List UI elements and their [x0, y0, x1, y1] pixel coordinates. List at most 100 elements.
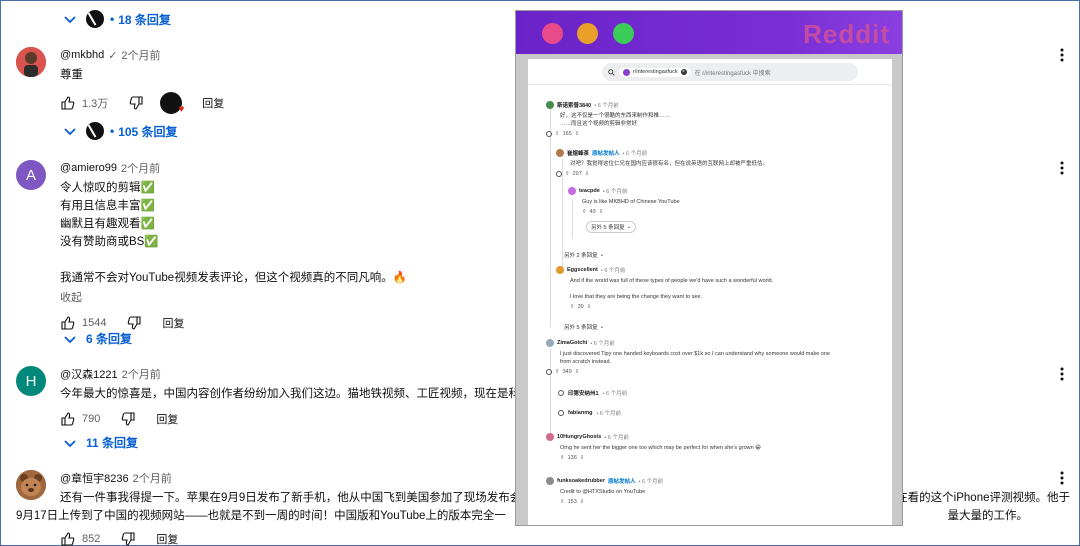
avatar[interactable] [16, 470, 46, 500]
subreddit-chip[interactable]: r/interestingasfuck × [619, 67, 691, 77]
replies-count-label: 18 条回复 [118, 12, 171, 27]
more-actions-icon[interactable] [1054, 47, 1070, 63]
more-replies-button[interactable]: 另外 5 条回复 ⌄ [586, 221, 637, 233]
avatar[interactable]: A [16, 160, 46, 190]
reddit-page: r/interestingasfuck × 在 r/interestingasf… [528, 59, 892, 525]
comment-author[interactable]: fabianmg [568, 410, 592, 416]
avatar[interactable] [546, 101, 554, 109]
maximize-window-button[interactable] [613, 23, 634, 44]
comment-time: • 6 个月前 [594, 103, 619, 109]
search-placeholder: 在 r/interestingasfuck 中搜索 [694, 70, 771, 77]
view-replies-button[interactable]: 6 条回复 [62, 330, 132, 347]
comment-time[interactable]: 2个月前 [133, 470, 172, 486]
search-input[interactable]: r/interestingasfuck × 在 r/interestingasf… [602, 63, 858, 81]
reply-button[interactable]: 回复 [202, 95, 224, 111]
downvote-icon[interactable]: ⇩ [585, 171, 590, 177]
avatar[interactable] [568, 187, 576, 195]
comment-author[interactable]: funksoakedrubber [557, 478, 605, 484]
comment-text: I just discovered Tipy one handed keyboa… [560, 351, 830, 365]
avatar[interactable] [556, 149, 564, 157]
comment-author[interactable]: 10HungryGhosts [557, 434, 601, 440]
minimize-window-button[interactable] [577, 23, 598, 44]
more-replies-button[interactable]: 另外 5 条回复 ⌄ [564, 323, 604, 331]
upvote-icon[interactable]: ⇧ [555, 369, 560, 375]
downvote-icon[interactable]: ⇩ [580, 499, 585, 505]
like-icon[interactable] [60, 95, 76, 111]
chevron-down-icon: ⌄ [599, 324, 605, 330]
person-avatar-icon [16, 47, 46, 77]
dislike-icon[interactable] [128, 95, 144, 111]
reddit-comment: 斯诺索普3840 • 6 个月前 好，这不仅是一个很酷的东西来制作和推…… ……… [546, 101, 876, 137]
downvote-icon[interactable]: ⇩ [599, 209, 604, 215]
downvote-icon[interactable]: ⇩ [575, 131, 580, 137]
verified-icon: ✓ [108, 49, 118, 62]
downvote-icon[interactable]: ⇩ [587, 304, 592, 310]
avatar[interactable] [16, 47, 46, 77]
comment-time[interactable]: 2个月前 [121, 47, 160, 63]
avatar[interactable] [546, 477, 554, 485]
more-actions-icon[interactable] [1054, 366, 1070, 382]
collapse-icon[interactable] [546, 131, 552, 137]
vote-count: 39 [577, 304, 584, 310]
upvote-icon[interactable]: ⇧ [582, 209, 587, 215]
chevron-down-icon: ⌄ [599, 252, 605, 258]
reddit-comment-collapsed[interactable]: fabianmg • 6 个月前 [558, 409, 621, 417]
upvote-icon[interactable]: ⇧ [560, 499, 565, 505]
dislike-icon[interactable] [120, 531, 136, 546]
comment-author[interactable]: @mkbhd [60, 49, 104, 61]
like-icon[interactable] [60, 531, 76, 546]
more-actions-icon[interactable] [1054, 470, 1070, 486]
reply-button[interactable]: 回复 [162, 315, 184, 331]
avatar[interactable]: H [16, 366, 46, 396]
upvote-icon[interactable]: ⇧ [555, 131, 560, 137]
reply-button[interactable]: 回复 [156, 411, 178, 427]
reply-button[interactable]: 回复 [156, 531, 178, 546]
comment-time: • 6 个月前 [596, 411, 621, 417]
upvote-icon[interactable]: ⇧ [565, 171, 570, 177]
downvote-icon[interactable]: ⇩ [575, 369, 580, 375]
more-actions-icon[interactable] [1054, 160, 1070, 176]
view-replies-button[interactable]: • 18 条回复 [62, 10, 171, 28]
more-replies-button[interactable]: 另外 2 条回复 ⌄ [564, 251, 604, 259]
like-count: 1.3万 [82, 98, 109, 110]
collapse-icon[interactable] [546, 369, 552, 375]
avatar[interactable] [546, 339, 554, 347]
expand-icon[interactable] [558, 410, 564, 416]
comment-author[interactable]: 印第安纳州1 [568, 389, 599, 397]
reddit-comment: 另外 2 条回复 ⌄ [564, 247, 604, 259]
comment-author[interactable]: @amiero99 [60, 162, 117, 174]
separator-dot: • [110, 124, 115, 138]
dislike-icon[interactable] [126, 315, 142, 331]
close-icon[interactable]: × [680, 69, 687, 75]
avatar[interactable] [556, 266, 564, 274]
search-icon [608, 68, 615, 76]
comment-text: And if the world was full of these types… [570, 278, 774, 300]
collapse-icon[interactable] [556, 171, 562, 177]
reddit-comment-collapsed[interactable]: 印第安纳州1 • 6 个月前 [558, 389, 627, 397]
upvote-icon[interactable]: ⇧ [560, 455, 565, 461]
view-replies-button[interactable]: 11 条回复 [62, 434, 138, 451]
downvote-icon[interactable]: ⇩ [580, 455, 585, 461]
reddit-comment: teacpde • 6 个月前 Guy is like MKBHD of Chi… [568, 187, 868, 233]
like-icon[interactable] [60, 315, 76, 331]
close-window-button[interactable] [542, 23, 563, 44]
window-titlebar: Reddit [516, 11, 902, 54]
comment-time[interactable]: 2个月前 [122, 366, 161, 382]
comment-time[interactable]: 2个月前 [121, 160, 160, 176]
view-replies-button[interactable]: • 105 条回复 [62, 122, 178, 140]
upvote-icon[interactable]: ⇧ [570, 304, 575, 310]
creator-avatar [86, 122, 104, 140]
dislike-icon[interactable] [120, 411, 136, 427]
comment-time: • 6 个月前 [638, 479, 664, 485]
like-icon[interactable] [60, 411, 76, 427]
comment-time: • 6 个月前 [602, 391, 628, 397]
avatar[interactable] [546, 433, 554, 441]
comment-author[interactable]: Eggscellent [567, 267, 598, 273]
comment-author[interactable]: @章恒宇8236 [60, 470, 129, 486]
comment-author[interactable]: ZimaGotchi [557, 340, 587, 346]
comment-author[interactable]: teacpde [579, 188, 600, 194]
expand-icon[interactable] [558, 390, 564, 396]
comment-author[interactable]: @汉森1221 [60, 366, 118, 382]
comment-author[interactable]: 崔煜峰茶 [567, 149, 589, 157]
comment-author[interactable]: 斯诺索普3840 [557, 101, 591, 109]
